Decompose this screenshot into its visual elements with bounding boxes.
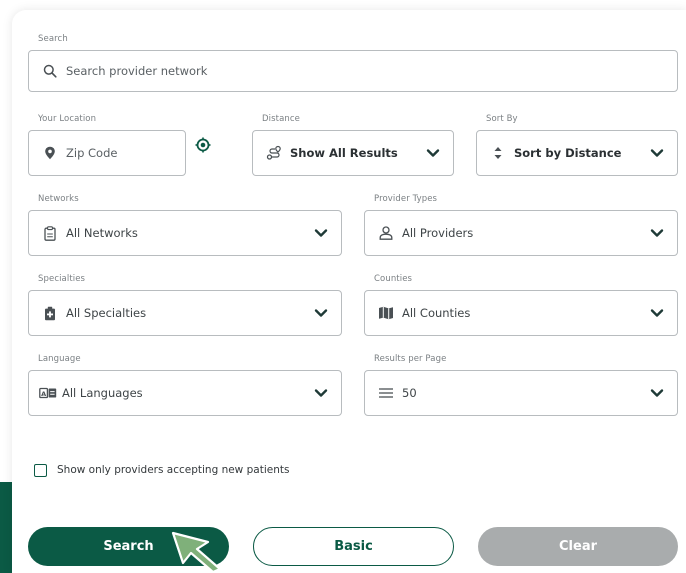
search-placeholder: Search provider network — [66, 64, 208, 78]
counties-label: Counties — [374, 274, 413, 284]
svg-text:A: A — [41, 390, 46, 398]
networks-label: Networks — [38, 194, 79, 204]
provider-types-select[interactable]: All Providers — [364, 210, 678, 256]
map-icon — [377, 304, 395, 322]
chevron-down-icon — [649, 305, 665, 321]
distance-select[interactable]: Show All Results — [252, 130, 454, 176]
chevron-down-icon — [425, 145, 441, 161]
list-icon — [377, 384, 395, 402]
sort-value: Sort by Distance — [514, 146, 622, 160]
distance-value: Show All Results — [290, 146, 398, 160]
basic-button[interactable]: Basic — [253, 527, 454, 566]
search-icon — [41, 62, 59, 80]
language-icon: A — [39, 384, 57, 402]
chevron-down-icon — [649, 385, 665, 401]
user-icon — [377, 224, 395, 242]
sort-label: Sort By — [486, 114, 518, 124]
provider-search-page: Search Search provider network Your Loca… — [0, 0, 686, 573]
sort-arrows-icon — [489, 144, 507, 162]
networks-select[interactable]: All Networks — [28, 210, 342, 256]
specialties-select[interactable]: All Specialties — [28, 290, 342, 336]
provider-types-label: Provider Types — [374, 194, 438, 204]
language-label: Language — [38, 354, 81, 364]
sort-select[interactable]: Sort by Distance — [476, 130, 678, 176]
results-per-page-value: 50 — [402, 386, 417, 400]
clipboard-icon — [41, 224, 59, 242]
chevron-down-icon — [313, 305, 329, 321]
language-select[interactable]: A All Languages — [28, 370, 342, 416]
language-value: All Languages — [62, 386, 143, 400]
counties-select[interactable]: All Counties — [364, 290, 678, 336]
specialties-label: Specialties — [38, 274, 86, 284]
chevron-down-icon — [649, 225, 665, 241]
crosshair-icon[interactable] — [194, 136, 212, 154]
zip-code-input[interactable]: Zip Code — [28, 130, 186, 176]
provider-types-value: All Providers — [402, 226, 474, 240]
chevron-down-icon — [313, 225, 329, 241]
green-side-panel — [0, 482, 12, 573]
clear-button[interactable]: Clear — [478, 527, 678, 566]
distance-label: Distance — [262, 114, 300, 124]
specialties-value: All Specialties — [66, 306, 147, 320]
location-label: Your Location — [38, 114, 97, 124]
map-pin-icon — [41, 144, 59, 162]
route-icon — [265, 144, 283, 162]
chevron-down-icon — [649, 145, 665, 161]
counties-value: All Counties — [402, 306, 471, 320]
results-per-page-select[interactable]: 50 — [364, 370, 678, 416]
search-input[interactable]: Search provider network — [28, 50, 678, 92]
cursor-arrow-icon — [168, 529, 226, 573]
accepting-new-patients-option[interactable]: Show only providers accepting new patien… — [34, 461, 289, 479]
zip-code-placeholder: Zip Code — [66, 146, 118, 160]
accepting-new-patients-label: Show only providers accepting new patien… — [57, 464, 290, 476]
accepting-new-patients-checkbox[interactable] — [34, 463, 47, 477]
search-label: Search — [38, 34, 68, 44]
results-per-page-label: Results per Page — [374, 354, 447, 364]
chevron-down-icon — [313, 385, 329, 401]
medical-kit-icon — [41, 304, 59, 322]
networks-value: All Networks — [66, 226, 138, 240]
